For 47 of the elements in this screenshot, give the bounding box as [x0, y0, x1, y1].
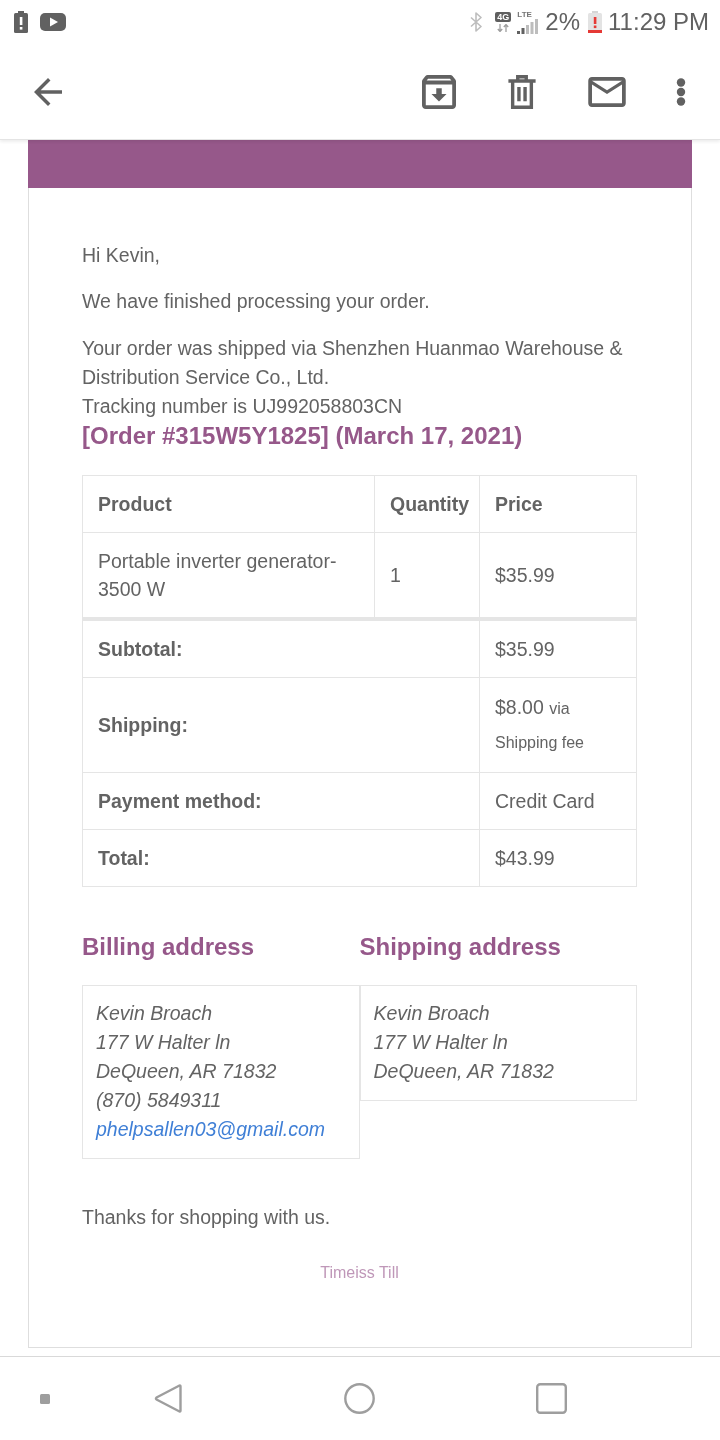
- signal-label: LTE: [517, 10, 532, 19]
- total-value-cell: $8.00 via Shipping fee: [479, 677, 637, 773]
- battery-percent: 2%: [545, 8, 581, 36]
- total-label-cell: Total:: [82, 829, 480, 887]
- video-play-icon: [40, 13, 66, 31]
- address-line: DeQueen, AR 71832: [96, 1059, 277, 1084]
- archive-icon[interactable]: [422, 74, 456, 109]
- address-heading: Shipping address: [359, 932, 561, 962]
- bluetooth-icon: [470, 12, 483, 32]
- shipping-info-text: Your order was shipped via Shenzhen Huanmao Warehouse & Distribution Service Co., Ltd.: [82, 336, 624, 390]
- column-header: Product: [82, 475, 375, 533]
- battery-alert-icon: [14, 11, 28, 33]
- battery-low-icon: [588, 11, 603, 33]
- tracking-number-text: Tracking number is UJ992058803CN: [82, 394, 404, 419]
- back-triangle-icon[interactable]: [154, 1383, 182, 1414]
- email-link[interactable]: phelpsallen03@gmail.com: [96, 1115, 325, 1144]
- recents-square-icon[interactable]: [536, 1383, 567, 1414]
- data-arrows-icon: [497, 24, 510, 32]
- total-label-cell: Shipping:: [82, 677, 480, 773]
- total-value-cell: $43.99: [479, 829, 637, 887]
- intro-text: We have finished processing your order.: [82, 289, 431, 314]
- address-line: Kevin Broach: [96, 1001, 212, 1026]
- back-arrow-icon[interactable]: [34, 77, 62, 106]
- address-line: 177 W Halter ln: [373, 1030, 508, 1055]
- home-circle-icon[interactable]: [344, 1383, 375, 1414]
- more-options-icon[interactable]: [676, 77, 686, 106]
- greeting-text: Hi Kevin,: [82, 243, 162, 268]
- column-header: Price: [479, 475, 637, 533]
- order-heading: [Order #315W5Y1825] (March 17, 2021): [82, 421, 524, 451]
- closing-text: Thanks for shopping with us.: [82, 1205, 331, 1230]
- total-label-cell: Payment method:: [82, 772, 480, 830]
- footer-text: Timeiss Till: [320, 1263, 399, 1283]
- address-line: (870) 5849311: [96, 1088, 222, 1113]
- total-label-cell: Subtotal:: [82, 619, 480, 678]
- mail-icon[interactable]: [588, 76, 626, 107]
- trash-icon[interactable]: [506, 74, 538, 109]
- column-header: Quantity: [374, 475, 480, 533]
- signal-bars-icon: [517, 18, 540, 34]
- product-cell: Portable inverter generator-3500 W: [82, 532, 375, 619]
- clock-time: 11:29 PM: [608, 8, 709, 36]
- network-type-badge: 4G: [495, 12, 512, 22]
- address-line: DeQueen, AR 71832: [373, 1059, 554, 1084]
- address-heading: Billing address: [82, 932, 255, 962]
- address-line: 177 W Halter ln: [96, 1030, 231, 1055]
- total-value-cell: Credit Card: [479, 772, 637, 830]
- address-line: Kevin Broach: [373, 1001, 490, 1026]
- total-value-cell: $35.99: [479, 619, 637, 678]
